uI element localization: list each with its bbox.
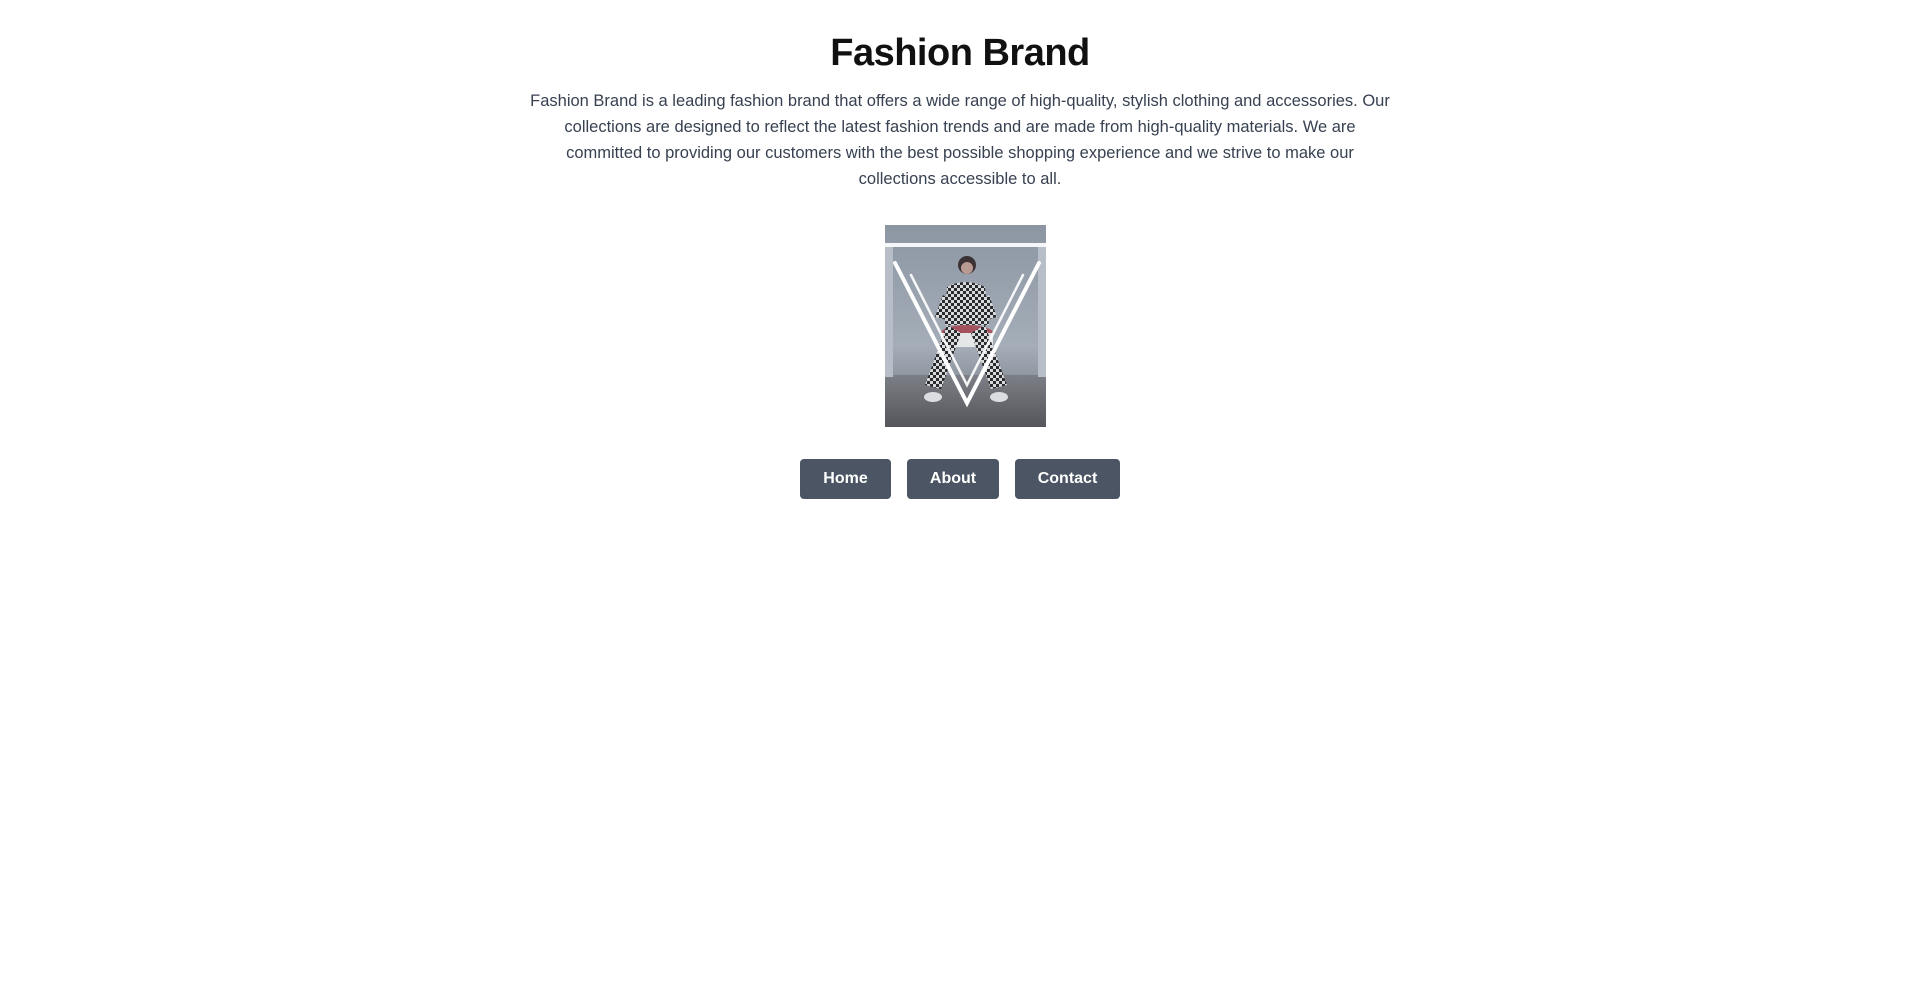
home-button[interactable]: Home [800,459,891,499]
main-nav: Home About Contact [0,459,1920,499]
contact-button[interactable]: Contact [1015,459,1120,499]
about-button[interactable]: About [907,459,999,499]
page: Fashion Brand Fashion Brand is a leading… [0,0,1920,995]
hero-image [885,225,1046,427]
page-title: Fashion Brand [830,32,1090,74]
brand-description: Fashion Brand is a leading fashion brand… [530,92,1390,188]
